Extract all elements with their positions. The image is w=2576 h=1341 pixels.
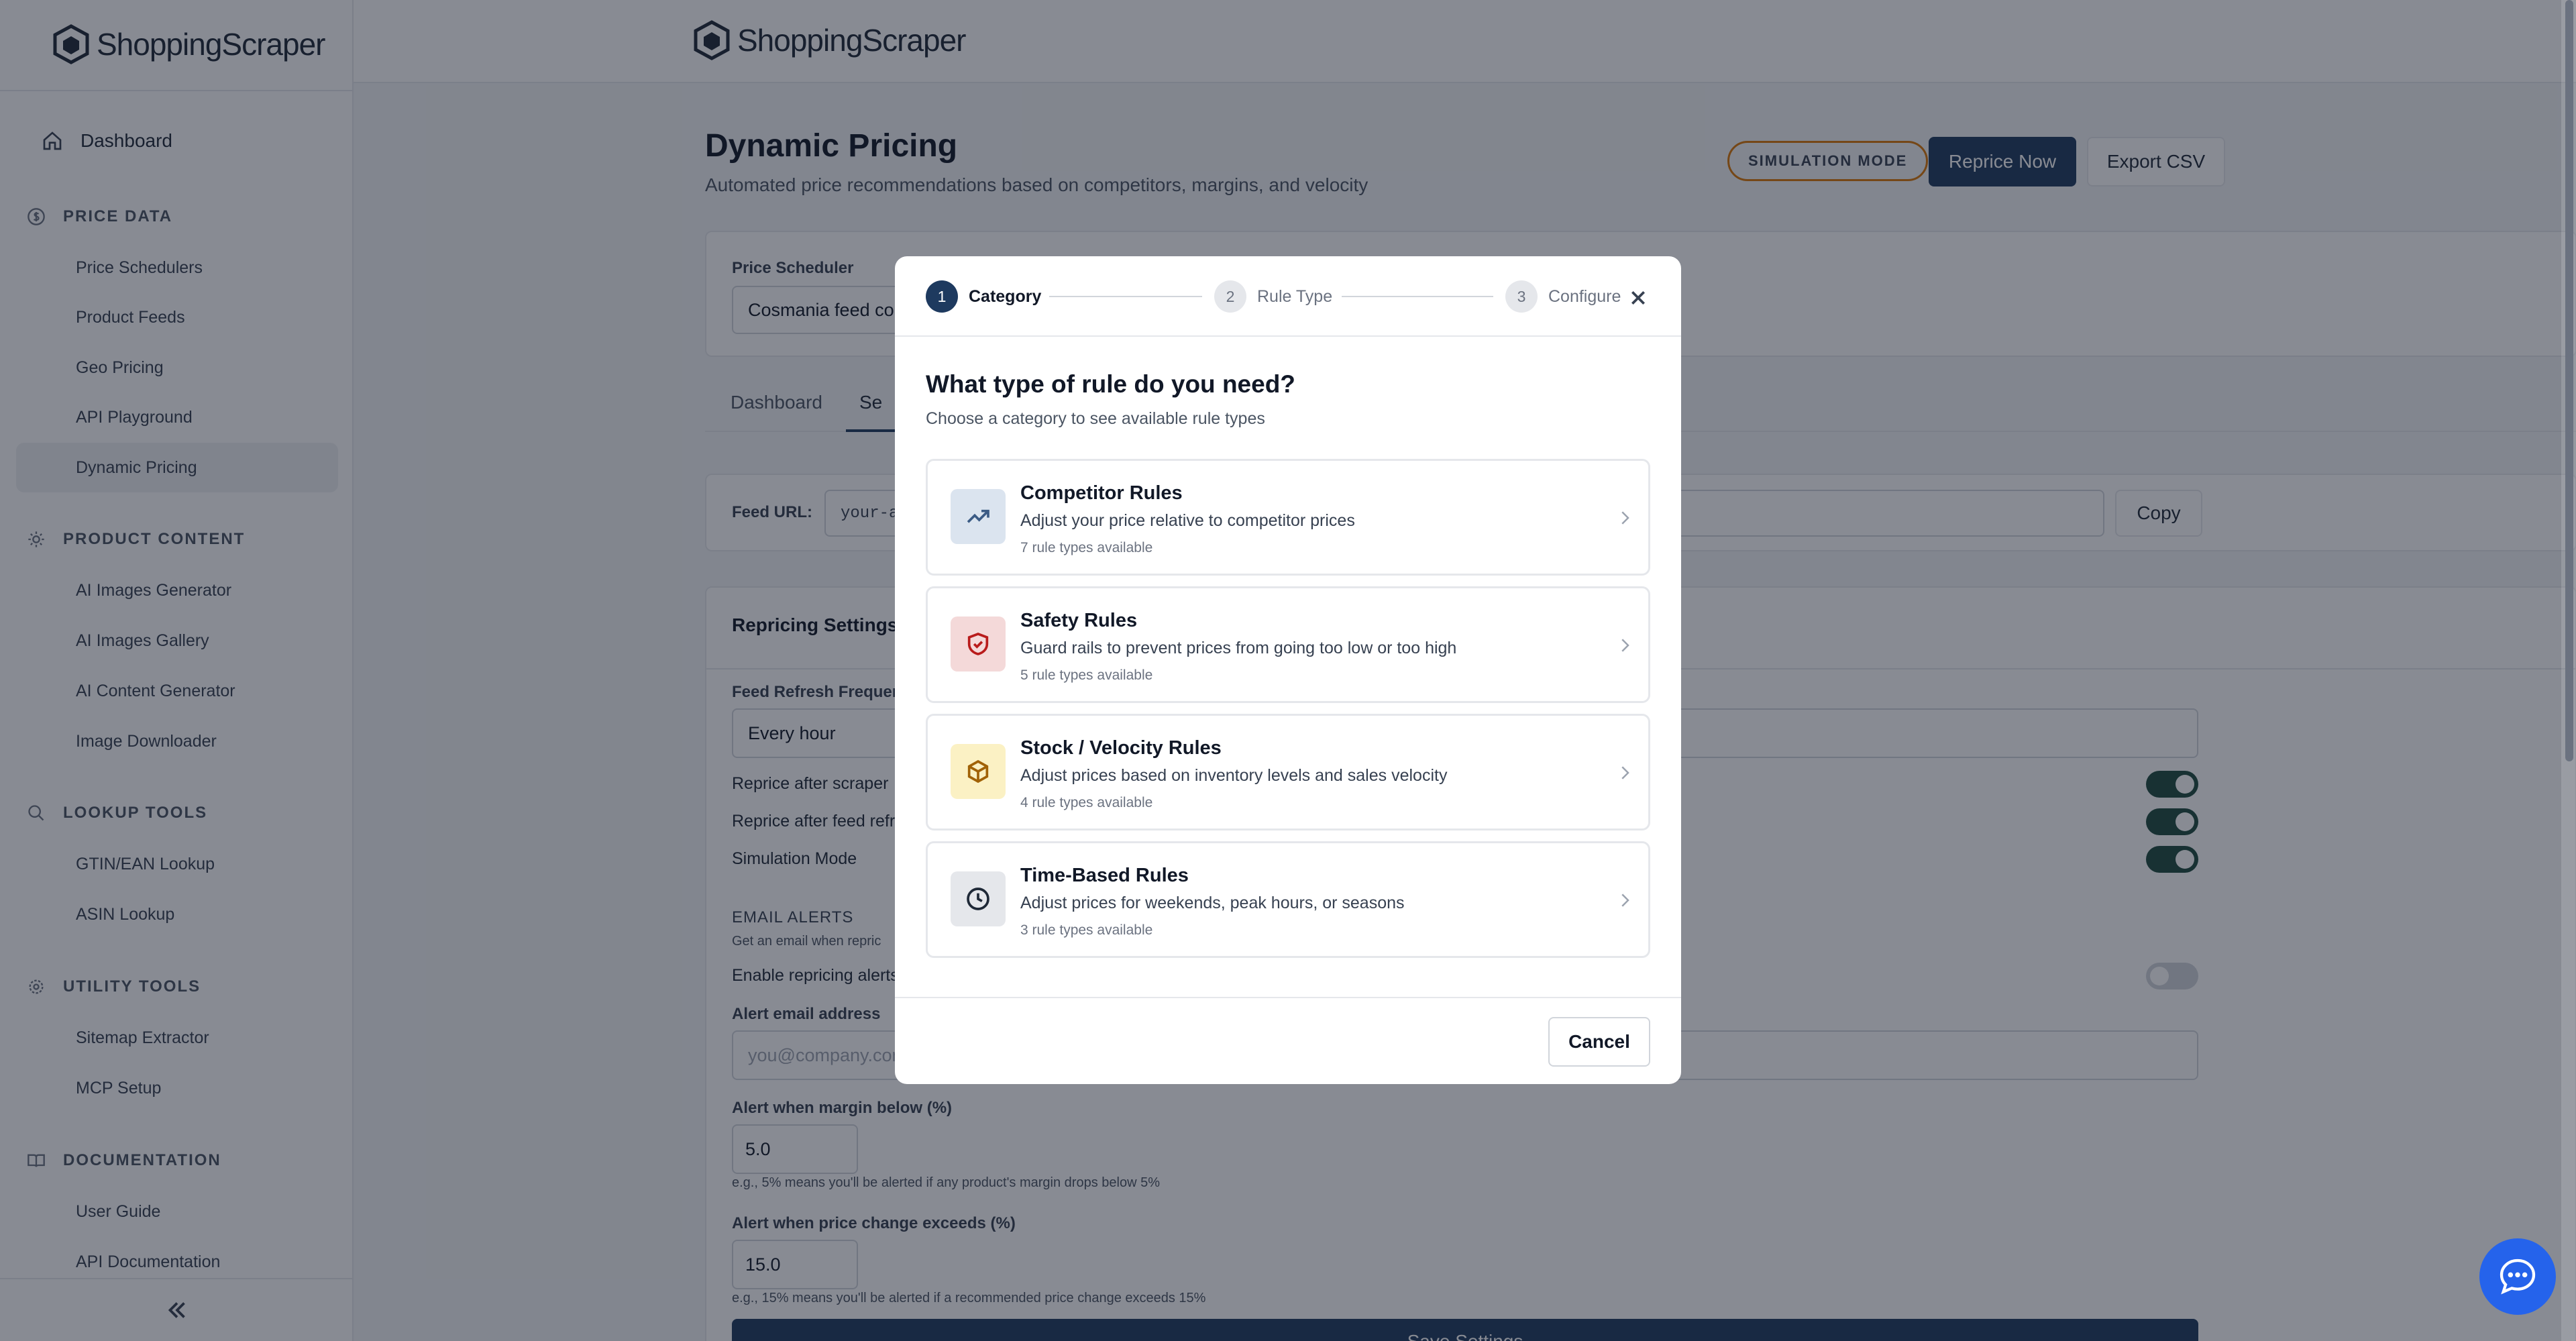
modal-footer: Cancel [895, 997, 1681, 1084]
category-icon-box [951, 489, 1006, 544]
category-description: Guard rails to prevent prices from going… [1020, 639, 1457, 657]
category-count: 5 rule types available [1020, 667, 1153, 683]
step-connector [1342, 296, 1493, 297]
category-description: Adjust prices based on inventory levels … [1020, 766, 1448, 785]
clock-icon [967, 888, 989, 910]
category-card-stock-velocity[interactable]: Stock / Velocity Rules Adjust prices bas… [926, 714, 1650, 830]
step-number: 1 [926, 280, 958, 313]
cancel-button[interactable]: Cancel [1548, 1017, 1650, 1067]
trending-up-icon [967, 509, 989, 523]
category-count: 7 rule types available [1020, 540, 1153, 555]
close-icon [1631, 290, 1646, 305]
chevron-right-icon [1621, 639, 1629, 652]
category-icon-box [951, 744, 1006, 799]
step-label: Configure [1548, 286, 1621, 306]
category-title: Safety Rules [1020, 610, 1138, 631]
category-icon-box [951, 616, 1006, 672]
category-card-competitor[interactable]: Competitor Rules Adjust your price relat… [926, 459, 1650, 576]
step-category: 1 Category [926, 280, 1041, 313]
chat-support-button[interactable] [2479, 1238, 2556, 1315]
scrollbar-thumb[interactable] [2565, 0, 2573, 761]
box-icon [967, 759, 989, 784]
step-configure: 3 Configure [1505, 280, 1621, 313]
page-scrollbar[interactable] [2561, 0, 2576, 1341]
category-card-time-based[interactable]: Time-Based Rules Adjust prices for weeke… [926, 841, 1650, 958]
category-description: Adjust prices for weekends, peak hours, … [1020, 894, 1405, 912]
step-rule-type: 2 Rule Type [1214, 280, 1332, 313]
category-title: Competitor Rules [1020, 482, 1183, 504]
step-label: Rule Type [1257, 286, 1333, 306]
add-rule-modal: 1 Category 2 Rule Type 3 Configure What … [895, 256, 1681, 1084]
category-description: Adjust your price relative to competitor… [1020, 511, 1355, 530]
step-number: 3 [1505, 280, 1538, 313]
modal-close-button[interactable] [1625, 284, 1652, 311]
chevron-right-icon [1621, 511, 1629, 525]
app-root: ShoppingScraper Dashboard PRICE DATA Pri… [0, 0, 2576, 1341]
step-number: 2 [1214, 280, 1246, 313]
step-label: Category [969, 286, 1042, 306]
chevron-right-icon [1621, 766, 1629, 780]
modal-title: What type of rule do you need? [926, 370, 1295, 398]
category-count: 3 rule types available [1020, 922, 1153, 938]
modal-subtitle: Choose a category to see available rule … [926, 409, 1265, 428]
category-count: 4 rule types available [1020, 795, 1153, 810]
shield-check-icon [967, 633, 989, 655]
category-icon-box [951, 871, 1006, 926]
chat-bubble-icon [2500, 1258, 2536, 1295]
category-title: Time-Based Rules [1020, 865, 1189, 886]
modal-stepper: 1 Category 2 Rule Type 3 Configure [895, 256, 1681, 337]
category-title: Stock / Velocity Rules [1020, 737, 1222, 759]
chevron-right-icon [1621, 894, 1629, 907]
category-card-safety[interactable]: Safety Rules Guard rails to prevent pric… [926, 586, 1650, 703]
step-connector [1049, 296, 1202, 297]
